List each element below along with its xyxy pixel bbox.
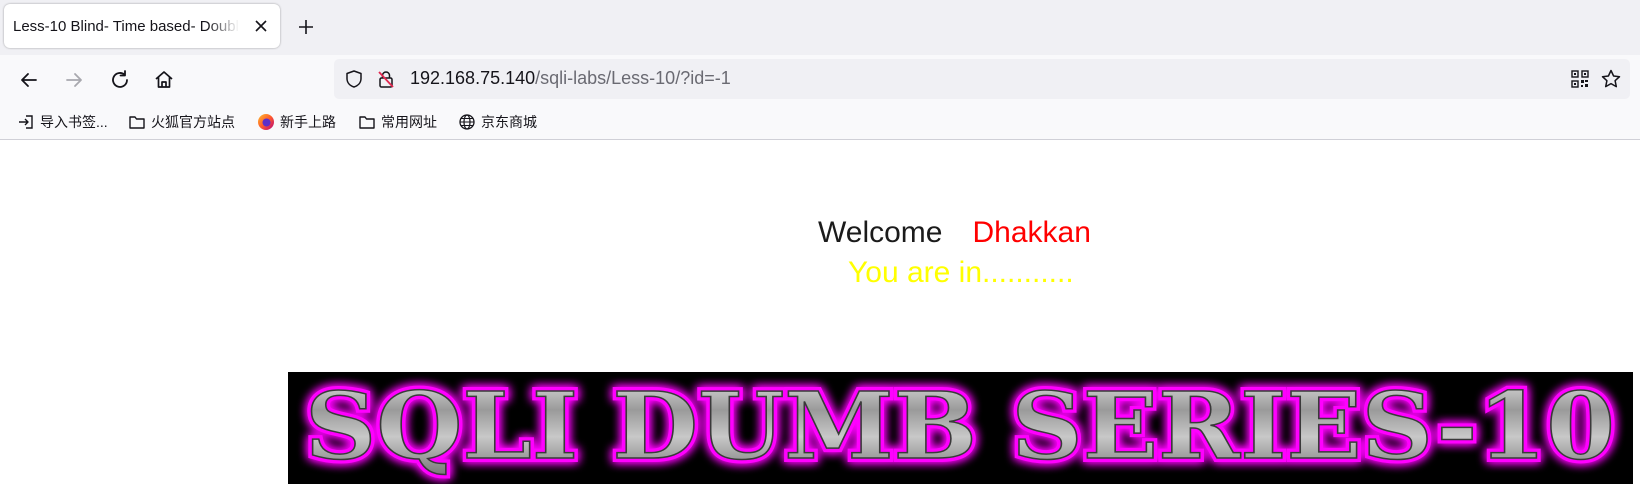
new-tab-plus-icon[interactable] (296, 17, 316, 37)
tab-bar: Less-10 Blind- Time based- Double Quotes… (0, 0, 1640, 55)
bookmark-jd-mall[interactable]: 京东商城 (458, 112, 537, 132)
url-bar[interactable]: 192.168.75.140/sqli-labs/Less-10/?id=-1 (334, 59, 1630, 99)
insecure-lock-icon[interactable] (376, 69, 396, 89)
shield-icon[interactable] (344, 69, 364, 89)
welcome-name: Dhakkan (972, 216, 1091, 249)
reload-icon[interactable] (108, 68, 132, 92)
url-text[interactable]: 192.168.75.140/sqli-labs/Less-10/?id=-1 (410, 68, 731, 89)
bookmark-common-sites[interactable]: 常用网址 (358, 112, 437, 132)
tab-active[interactable]: Less-10 Blind- Time based- Double Quotes… (4, 4, 280, 48)
bookmark-firefox-official[interactable]: 火狐官方站点 (128, 112, 235, 132)
navigation-toolbar: 192.168.75.140/sqli-labs/Less-10/?id=-1 (0, 55, 1640, 105)
back-arrow-icon[interactable] (17, 68, 41, 92)
bookmark-label: 京东商城 (481, 114, 537, 130)
url-path: /sqli-labs/Less-10/?id=-1 (535, 68, 731, 88)
welcome-line: Welcome Dhakkan (818, 216, 1091, 250)
folder-icon (359, 116, 375, 129)
bookmark-label: 导入书签... (40, 114, 108, 130)
forward-arrow-icon[interactable] (62, 68, 86, 92)
bookmarks-toolbar: 导入书签... 火狐官方站点 新手上路 常用网址 京东商城 (0, 105, 1640, 140)
banner-text: SQLI DUMB SERIES-10 (305, 372, 1615, 480)
welcome-label: Welcome (818, 216, 943, 249)
home-icon[interactable] (152, 68, 176, 92)
status-message: You are in........... (848, 256, 1074, 289)
bookmark-label: 常用网址 (381, 114, 437, 130)
tab-title: Less-10 Blind- Time based- Double Quotes… (13, 17, 239, 35)
bookmark-label: 新手上路 (280, 114, 336, 130)
bookmark-getting-started[interactable]: 新手上路 (257, 112, 336, 132)
bookmark-label: 火狐官方站点 (151, 114, 235, 130)
bookmark-import[interactable]: 导入书签... (17, 112, 108, 132)
url-host: 192.168.75.140 (410, 68, 536, 88)
folder-icon (129, 116, 145, 129)
import-icon (19, 115, 33, 129)
close-icon[interactable] (252, 17, 270, 35)
bookmark-star-icon[interactable] (1600, 68, 1622, 90)
firefox-icon (258, 114, 274, 130)
globe-icon (459, 114, 475, 130)
page-content: Welcome Dhakkan You are in........... SQL… (0, 140, 1640, 494)
series-banner-image: SQLI DUMB SERIES-10 SQLI DUMB SERIES-10 (288, 372, 1633, 484)
qr-code-icon[interactable] (1570, 69, 1590, 89)
